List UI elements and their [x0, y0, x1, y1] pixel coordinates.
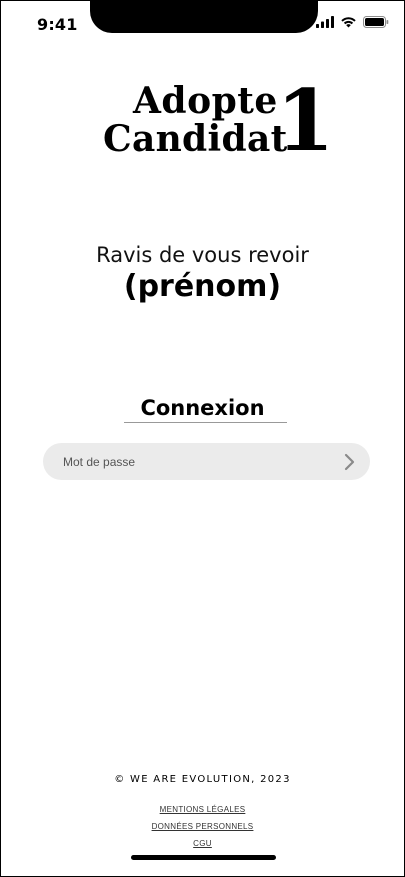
username-placeholder: (prénom) — [123, 269, 282, 304]
terms-link[interactable]: CGU — [1, 837, 404, 854]
signal-icon — [316, 16, 334, 28]
status-time: 9:41 — [37, 15, 78, 34]
footer-links: MENTIONS LÉGALES DONNÉES PERSONNELS CGU — [1, 803, 404, 854]
logo-line-candidat: Candidat — [103, 118, 288, 160]
logo-line-adopte: Adopte — [133, 80, 278, 122]
personal-data-link[interactable]: DONNÉES PERSONNELS — [1, 820, 404, 837]
wifi-icon — [340, 16, 357, 28]
password-input[interactable] — [43, 443, 343, 480]
password-field — [43, 443, 370, 480]
legal-notice-link[interactable]: MENTIONS LÉGALES — [1, 803, 404, 820]
device-notch — [90, 1, 318, 33]
battery-icon — [363, 16, 389, 28]
status-icons — [316, 16, 389, 28]
logo-numeral: 1 — [276, 71, 335, 170]
copyright-text: © WE ARE EVOLUTION, 2023 — [114, 774, 291, 785]
welcome-message: Ravis de vous revoir — [96, 243, 309, 267]
home-indicator[interactable] — [131, 855, 276, 860]
chevron-right-icon[interactable] — [342, 452, 358, 472]
login-title: Connexion — [140, 396, 265, 420]
app-logo: Adopte Candidat 1 — [101, 79, 334, 163]
login-title-underline — [124, 422, 287, 423]
phone-screen: 9:41 Adopte Candidat 1 Ravis de vous rev… — [0, 0, 405, 877]
